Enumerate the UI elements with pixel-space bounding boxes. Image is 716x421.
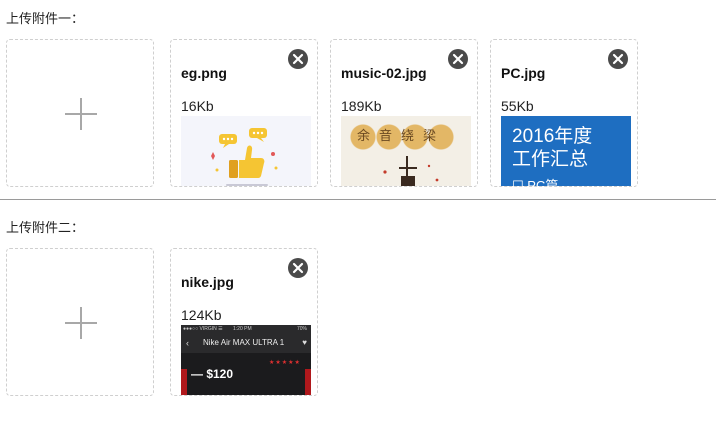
pc-thumb-line1: 2016年度 xyxy=(512,126,593,147)
section1-label: 上传附件一： xyxy=(6,11,85,26)
product-price: — $120 xyxy=(191,367,234,381)
back-chevron-icon: ‹ xyxy=(186,338,189,348)
close-icon xyxy=(292,53,304,65)
erhu-illustration xyxy=(383,156,439,186)
file-thumbnail: 余音绕梁 xyxy=(341,116,471,186)
file-name: nike.jpg xyxy=(181,274,234,290)
file-thumbnail: 2016年度 工作汇总 ☐ PC篇 xyxy=(501,116,631,187)
file-size: 16Kb xyxy=(181,98,214,114)
rating-stars-icon: ★★★★★ xyxy=(269,360,301,366)
plus-icon-vertical xyxy=(80,98,82,130)
pc-thumb-line2: 工作汇总 xyxy=(512,149,589,170)
status-battery: 70% xyxy=(296,326,307,332)
plus-icon-vertical xyxy=(80,307,82,339)
file-size: 189Kb xyxy=(341,98,382,114)
section2-label: 上传附件二： xyxy=(6,220,85,235)
product-title: Nike Air MAX ULTRA 1 xyxy=(203,338,285,347)
red-accent-right xyxy=(305,369,311,395)
file-size: 124Kb xyxy=(181,307,222,323)
remove-file-button[interactable] xyxy=(288,49,308,69)
heart-icon: ♥ xyxy=(302,338,307,347)
remove-file-button[interactable] xyxy=(448,49,468,69)
phone-nav-bar: ‹ Nike Air MAX ULTRA 1 ♥ xyxy=(181,333,311,353)
phone-status-bar: ●●●○○ VIRGIN ☰ 1:20 PM 70% xyxy=(181,325,311,333)
file-thumbnail: ●●●○○ VIRGIN ☰ 1:20 PM 70% ‹ Nike Air MA… xyxy=(181,325,311,395)
file-size: 55Kb xyxy=(501,98,534,114)
file-card-nike: nike.jpg 124Kb ●●●○○ VIRGIN ☰ 1:20 PM 70… xyxy=(170,248,318,396)
file-thumbnail xyxy=(181,116,311,186)
add-attachment-button-2[interactable] xyxy=(6,248,154,396)
close-icon xyxy=(612,53,624,65)
section-divider xyxy=(0,199,716,200)
remove-file-button[interactable] xyxy=(288,258,308,278)
remove-file-button[interactable] xyxy=(608,49,628,69)
close-icon xyxy=(292,262,304,274)
file-card-pc: PC.jpg 55Kb 2016年度 工作汇总 ☐ PC篇 xyxy=(490,39,638,187)
file-name: music-02.jpg xyxy=(341,65,427,81)
red-accent-left xyxy=(181,369,187,395)
file-card-eg: eg.png 16Kb xyxy=(170,39,318,187)
status-carrier: ●●●○○ VIRGIN ☰ xyxy=(183,326,223,332)
close-icon xyxy=(452,53,464,65)
pc-thumb-line3: ☐ PC篇 xyxy=(512,178,559,187)
file-name: eg.png xyxy=(181,65,227,81)
add-attachment-button-1[interactable] xyxy=(6,39,154,187)
file-card-music: music-02.jpg 189Kb 余音绕梁 xyxy=(330,39,478,187)
thumbs-up-image xyxy=(181,116,311,186)
status-time: 1:20 PM xyxy=(233,326,252,332)
file-name: PC.jpg xyxy=(501,65,546,81)
